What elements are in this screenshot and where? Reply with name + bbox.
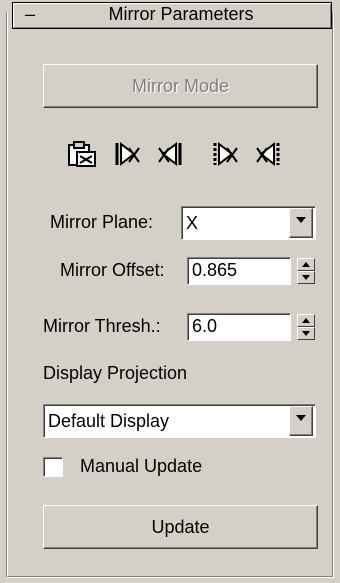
spinner-up-icon[interactable] (297, 258, 315, 271)
mirror-plane-label: Mirror Plane: (50, 212, 154, 232)
rollout-header[interactable]: – Mirror Parameters (12, 2, 332, 29)
mirror-offset-input[interactable]: 0.865 (187, 257, 291, 285)
display-projection-label: Display Projection (43, 363, 188, 383)
mirror-offset-label: Mirror Offset: (60, 260, 165, 280)
mirror-selected-left-icon[interactable] (252, 140, 286, 168)
manual-update-label: Manual Update (80, 456, 203, 476)
mirror-left-icon[interactable] (154, 140, 188, 168)
mirror-thresh-input[interactable]: 6.0 (187, 313, 291, 341)
mirror-right-icon[interactable] (110, 140, 144, 168)
chevron-down-icon[interactable] (289, 406, 313, 436)
chevron-down-icon[interactable] (289, 208, 313, 238)
spinner-up-icon[interactable] (297, 314, 315, 327)
display-projection-value: Default Display (48, 411, 170, 431)
display-projection-dropdown[interactable]: Default Display (43, 404, 316, 438)
mirror-thresh-label: Mirror Thresh.: (43, 316, 161, 336)
mirror-mode-button[interactable]: Mirror Mode (43, 64, 318, 108)
manual-update-checkbox[interactable] (43, 457, 63, 477)
mirror-selected-right-icon[interactable] (208, 140, 242, 168)
spinner-down-icon[interactable] (297, 327, 315, 340)
spinner-down-icon[interactable] (297, 271, 315, 284)
rollout-title: Mirror Parameters (108, 4, 254, 24)
mirror-plane-value: X (186, 213, 199, 233)
paste-clipboard-icon[interactable] (65, 140, 99, 168)
update-button[interactable]: Update (43, 505, 318, 549)
